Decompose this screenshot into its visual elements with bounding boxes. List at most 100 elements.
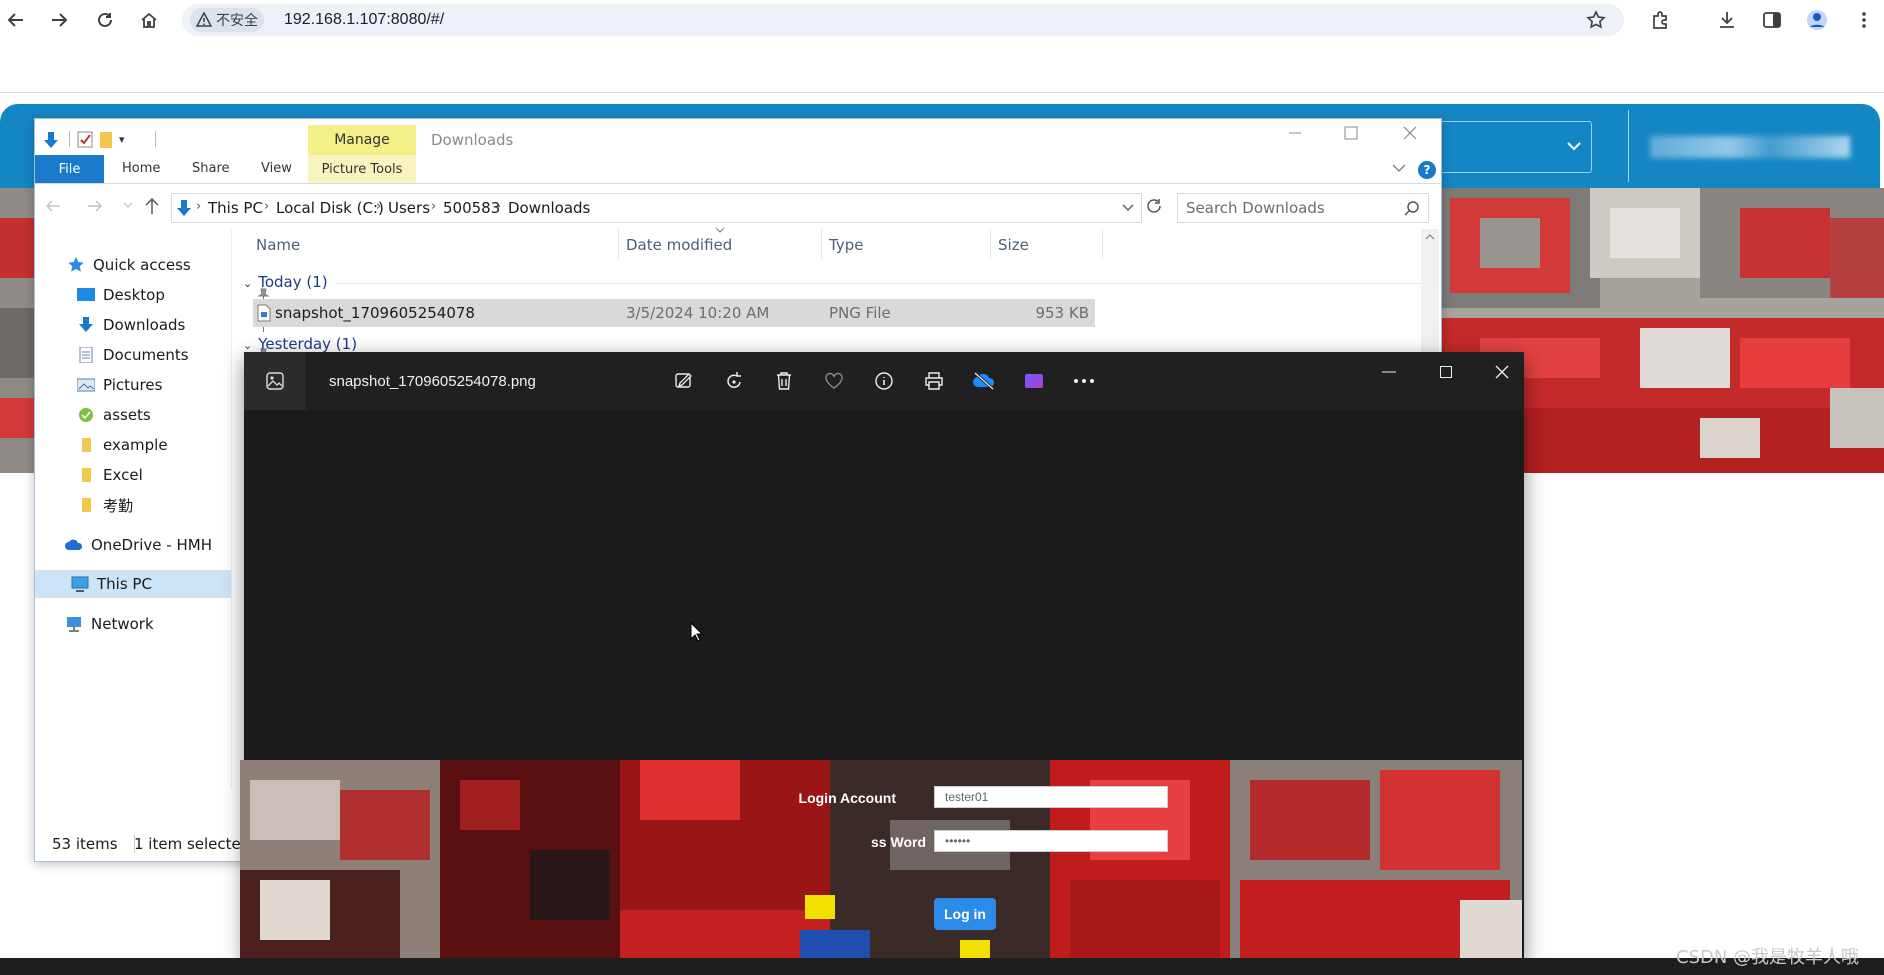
column-header-name[interactable]: Name <box>256 236 300 254</box>
delete-icon[interactable] <box>771 368 797 394</box>
bottom-strip <box>0 958 1884 975</box>
warning-icon <box>196 12 212 27</box>
sidebar-label: Pictures <box>103 376 163 394</box>
table-row[interactable]: snapshot_1709605254078 3/5/2024 10:20 AM… <box>253 299 1095 327</box>
snapshot-password-input: •••••• <box>934 830 1168 852</box>
refresh-icon[interactable] <box>1145 197 1163 215</box>
sidebar-label: Desktop <box>103 286 165 304</box>
home-icon[interactable] <box>135 6 163 34</box>
sidebar-item-documents[interactable]: Documents <box>35 342 273 368</box>
security-chip[interactable]: 不安全 <box>190 8 264 32</box>
maximize-icon[interactable] <box>1341 123 1361 143</box>
snapshot-account-input: tester01 <box>934 786 1168 808</box>
help-icon[interactable]: ? <box>1418 161 1436 179</box>
profile-avatar-icon[interactable] <box>1803 6 1831 34</box>
print-icon[interactable] <box>921 368 947 394</box>
group-yesterday[interactable]: ⌄ Yesterday (1) <box>243 335 357 353</box>
up-folder-icon[interactable] <box>145 197 159 215</box>
url-text[interactable]: 192.168.1.107:8080/#/ <box>284 11 444 29</box>
viewer-minimize-icon[interactable] <box>1377 362 1401 382</box>
tab-file[interactable]: File <box>35 155 104 183</box>
crumb-user-id[interactable]: 500583 <box>443 199 500 217</box>
cloud-icon <box>65 539 83 550</box>
file-date: 3/5/2024 10:20 AM <box>626 304 770 322</box>
forward-icon[interactable] <box>45 6 73 34</box>
star-icon[interactable] <box>1586 10 1606 30</box>
computer-icon <box>71 576 89 592</box>
search-placeholder: Search Downloads <box>1186 199 1325 217</box>
search-input[interactable]: Search Downloads <box>1177 193 1429 223</box>
breadcrumb[interactable]: › This PC › Local Disk (C:) › Users › 50… <box>171 193 1142 223</box>
snapshot-login-button: Log in <box>934 898 996 930</box>
pane-divider <box>231 229 232 789</box>
browser-toolbar: 不安全 192.168.1.107:8080/#/ <box>0 0 1884 40</box>
address-dropdown-icon[interactable] <box>1122 204 1134 212</box>
sidebar-item-downloads[interactable]: Downloads <box>35 312 273 338</box>
viewer-maximize-icon[interactable] <box>1434 362 1458 382</box>
viewer-close-icon[interactable] <box>1490 362 1514 382</box>
tab-view[interactable]: View <box>261 161 292 176</box>
tab-picture-tools[interactable]: Picture Tools <box>308 155 416 183</box>
sidebar-label: example <box>103 436 168 454</box>
sidebar-label: OneDrive - HMH <box>91 536 212 554</box>
address-bar[interactable]: 不安全 192.168.1.107:8080/#/ <box>182 4 1624 36</box>
column-header-date[interactable]: Date modified <box>626 236 732 254</box>
group-label: Yesterday (1) <box>258 335 358 353</box>
clipchamp-icon[interactable] <box>1021 368 1047 394</box>
folder-icon <box>82 468 91 482</box>
recent-locations-icon[interactable] <box>123 201 133 209</box>
reload-icon[interactable] <box>91 6 119 34</box>
sidebar-label: assets <box>103 406 151 424</box>
edit-image-icon[interactable] <box>671 368 697 394</box>
minimize-icon[interactable] <box>1285 123 1305 143</box>
forward-nav-icon[interactable] <box>87 199 103 213</box>
side-panel-icon[interactable] <box>1758 6 1786 34</box>
back-nav-icon[interactable] <box>45 199 61 213</box>
crumb-local-disk[interactable]: Local Disk (C:) <box>276 199 384 217</box>
crumb-users[interactable]: Users <box>388 199 430 217</box>
png-file-icon <box>257 304 271 322</box>
sidebar-item-kaoqin[interactable]: 考勤 <box>35 492 273 518</box>
rotate-icon[interactable] <box>721 368 747 394</box>
scroll-up-icon[interactable] <box>1425 233 1435 241</box>
column-header-size[interactable]: Size <box>998 236 1029 254</box>
tab-home[interactable]: Home <box>122 161 160 176</box>
viewer-filename: snapshot_1709605254078.png <box>329 373 536 390</box>
sidebar-item-assets[interactable]: assets <box>35 402 273 428</box>
close-icon[interactable] <box>1400 123 1420 143</box>
back-icon[interactable] <box>2 6 30 34</box>
manage-tab[interactable]: Manage <box>308 125 416 155</box>
sidebar-item-quick-access[interactable]: Quick access <box>35 252 263 278</box>
favorite-icon[interactable] <box>821 368 847 394</box>
folder-icon <box>82 438 91 452</box>
menu-dots-icon[interactable] <box>1850 6 1878 34</box>
mouse-cursor-icon <box>690 622 704 642</box>
sidebar-item-pictures[interactable]: Pictures <box>35 372 273 398</box>
chevron-down-icon <box>1567 142 1581 151</box>
group-today[interactable]: ⌄ Today (1) <box>243 273 328 291</box>
properties-icon[interactable] <box>77 131 93 148</box>
info-icon[interactable] <box>871 368 897 394</box>
extensions-icon[interactable] <box>1646 6 1674 34</box>
tab-share[interactable]: Share <box>192 161 230 176</box>
crumb-downloads[interactable]: Downloads <box>508 199 590 217</box>
sidebar-item-desktop[interactable]: Desktop <box>35 282 273 308</box>
ribbon-tabs <box>35 155 1441 184</box>
onedrive-off-icon[interactable] <box>971 368 997 394</box>
crumb-this-pc[interactable]: This PC <box>208 199 263 217</box>
sidebar-item-example[interactable]: example <box>35 432 273 458</box>
new-folder-icon[interactable] <box>99 131 113 149</box>
column-header-type[interactable]: Type <box>829 236 863 254</box>
sidebar-item-this-pc[interactable]: This PC <box>35 570 231 598</box>
sidebar-item-network[interactable]: Network <box>35 611 261 637</box>
down-arrow-icon[interactable] <box>43 131 59 149</box>
more-options-icon[interactable] <box>1071 368 1097 394</box>
web-dropdown[interactable] <box>1435 121 1592 173</box>
sidebar-item-onedrive[interactable]: OneDrive - HMH <box>35 532 261 558</box>
ribbon-expand-icon[interactable] <box>1392 163 1406 173</box>
photo-viewer-window: snapshot_1709605254078.png Login Account… <box>240 352 1524 964</box>
file-name: snapshot_1709605254078 <box>275 304 475 322</box>
customize-qa-icon[interactable]: ▾ <box>119 133 125 146</box>
sidebar-item-excel[interactable]: Excel <box>35 462 273 488</box>
download-icon[interactable] <box>1713 6 1741 34</box>
